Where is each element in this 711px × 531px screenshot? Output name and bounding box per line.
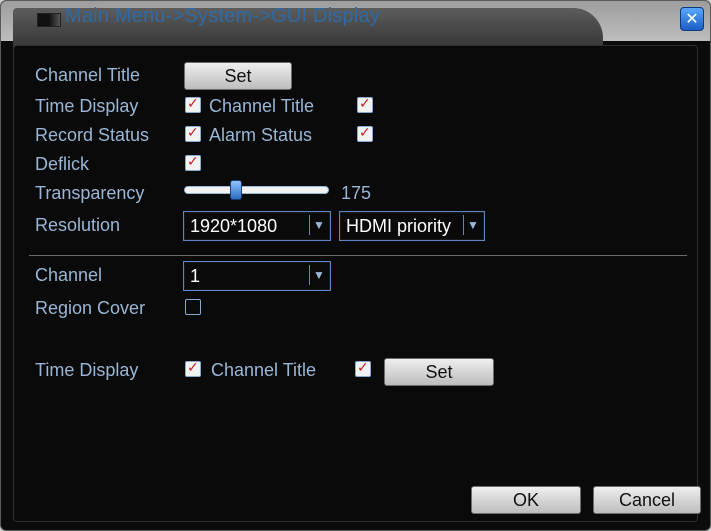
ok-button[interactable]: OK [471,486,581,514]
chevron-down-icon: ▼ [309,215,328,235]
record-status-checkbox[interactable] [185,124,201,142]
channel-title-label: Channel Title [35,65,141,85]
transparency-slider-fill [185,187,236,193]
divider [29,255,687,256]
output-select[interactable]: HDMI priority ▼ [339,211,485,241]
alarm-status-label: Alarm Status [209,125,313,145]
cancel-button[interactable]: Cancel [593,486,701,514]
transparency-slider[interactable] [184,186,329,194]
time-display-bottom-label: Time Display [35,360,139,380]
resolution-select[interactable]: 1920*1080 ▼ [183,211,331,241]
time-display-label: Time Display [35,96,139,116]
region-cover-label: Region Cover [35,298,146,318]
settings-panel [13,45,698,522]
title-bar: Main Menu->System->GUI Display ✕ [1,1,710,50]
channel-title-set-button[interactable]: Set [184,62,292,90]
transparency-value: 175 [341,183,372,203]
channel-title-bottom-checkbox[interactable] [355,359,371,377]
alarm-status-checkbox[interactable] [357,124,373,142]
chevron-down-icon: ▼ [463,215,482,235]
channel-title-checkbox[interactable] [357,95,373,113]
transparency-label: Transparency [35,183,145,203]
region-cover-checkbox[interactable] [185,299,201,315]
chevron-down-icon: ▼ [309,265,328,285]
record-status-label: Record Status [35,125,150,145]
deflick-checkbox[interactable] [185,153,201,171]
channel-select[interactable]: 1 ▼ [183,261,331,291]
time-display-bottom-checkbox[interactable] [185,359,201,377]
channel-title-bottom-label: Channel Title [211,360,317,380]
resolution-select-value: 1920*1080 [190,216,278,236]
gui-display-window: Main Menu->System->GUI Display ✕ Channel… [0,0,711,531]
menu-icon [37,13,61,27]
channel-select-value: 1 [190,266,201,286]
channel-label: Channel [35,265,103,285]
time-display-checkbox[interactable] [185,95,201,113]
overlay-set-button[interactable]: Set [384,358,494,386]
resolution-label: Resolution [35,215,121,235]
output-select-value: HDMI priority [346,216,452,236]
channel-title-checkbox-label: Channel Title [209,96,315,116]
deflick-label: Deflick [35,154,90,174]
close-icon: ✕ [685,11,699,28]
window-title: Main Menu->System->GUI Display [65,5,380,27]
transparency-slider-thumb[interactable] [230,180,242,200]
close-button[interactable]: ✕ [680,7,704,31]
